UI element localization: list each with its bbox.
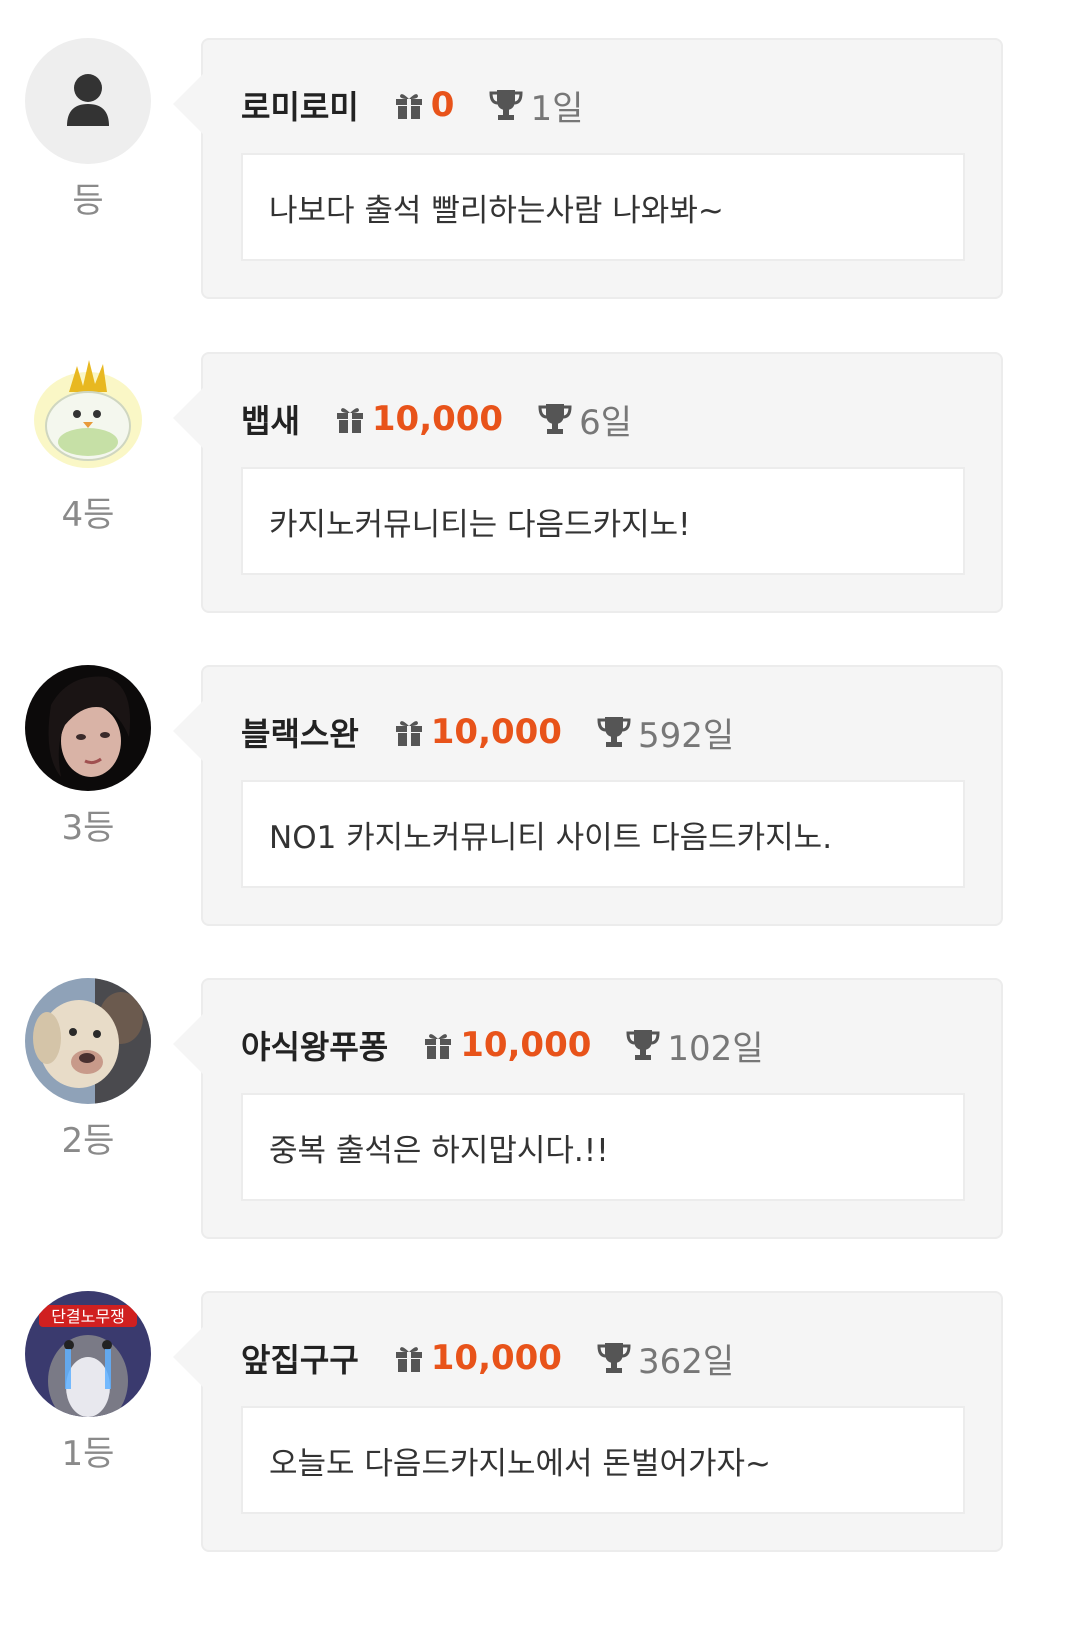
nickname[interactable]: 뱁새 [241, 396, 300, 442]
nickname[interactable]: 야식왕푸퐁 [241, 1022, 388, 1068]
bubble-arrow [173, 388, 203, 448]
trophy-icon [538, 404, 572, 434]
attendance-entry: 4등 뱁새 10,000 6일 카지노커뮤니티는 다음드카지노! [0, 352, 1079, 617]
nickname[interactable]: 로미로미 [241, 82, 359, 128]
point-amount: 10,000 [430, 712, 562, 752]
entry-meta: 뱁새 10,000 6일 [241, 394, 632, 444]
attendance-days: 362일 [637, 1341, 735, 1382]
avatar[interactable] [25, 38, 151, 164]
comment-bubble: 블랙스완 10,000 592일 NO1 카지노커뮤니티 사이트 다음드카지노. [173, 665, 1003, 926]
point-amount: 10,000 [430, 1338, 562, 1378]
comment-bubble: 야식왕푸퐁 10,000 102일 중복 출석은 하지맙시다.!! [173, 978, 1003, 1239]
trophy-icon [489, 90, 523, 120]
default-person-icon [25, 38, 151, 164]
gift-icon [336, 408, 363, 433]
comment-text: NO1 카지노커뮤니티 사이트 다음드카지노. [241, 780, 965, 888]
crying-penguin-avatar: 단결노무쟁 [25, 1291, 151, 1417]
rank-label: 등 [72, 181, 104, 221]
rank-label: 2등 [61, 1121, 115, 1161]
comment-bubble: 뱁새 10,000 6일 카지노커뮤니티는 다음드카지노! [173, 352, 1003, 613]
woman-photo-avatar [25, 665, 151, 791]
avatar[interactable]: 단결노무쟁 [25, 1291, 151, 1417]
gift-icon [425, 1034, 452, 1059]
trophy-icon [597, 1343, 631, 1373]
avatar[interactable] [25, 978, 151, 1104]
attendance-days: 6일 [579, 402, 633, 443]
point-amount: 10,000 [371, 399, 504, 439]
comment-text: 오늘도 다음드카지노에서 돈벌어가자~ [241, 1406, 965, 1514]
bubble-arrow [173, 701, 203, 761]
attendance-entry: 단결노무쟁 1등 앞집구구 10,000 362일 오늘도 다음드카지노에서 돈… [0, 1291, 1079, 1556]
rank-label: 1등 [61, 1434, 115, 1474]
trophy-icon [626, 1030, 660, 1060]
trophy-icon [597, 717, 631, 747]
avatar-headband-text: 단결노무쟁 [51, 1307, 125, 1326]
comment-text: 카지노커뮤니티는 다음드카지노! [241, 467, 965, 575]
bubble-arrow [173, 74, 203, 134]
point-amount: 10,000 [460, 1025, 592, 1065]
bubble-arrow [173, 1327, 203, 1387]
attendance-entry: 등 로미로미 0 1일 나보다 출석 빨리하는사람 나와봐~ [0, 38, 1079, 303]
dog-photo-avatar [25, 978, 151, 1104]
gift-icon [395, 94, 422, 119]
nickname[interactable]: 앞집구구 [241, 1335, 359, 1381]
attendance-entry: 2등 야식왕푸퐁 10,000 102일 중복 출석은 하지맙시다.!! [0, 978, 1079, 1243]
entry-meta: 블랙스완 10,000 592일 [241, 707, 734, 757]
gift-icon [395, 1347, 422, 1372]
attendance-entry: 3등 블랙스완 10,000 592일 NO1 카지노커뮤니티 사이트 다음드카… [0, 665, 1079, 930]
point-amount: 0 [430, 85, 455, 125]
comment-text: 나보다 출석 빨리하는사람 나와봐~ [241, 153, 965, 261]
entry-meta: 야식왕푸퐁 10,000 102일 [241, 1020, 764, 1070]
gift-icon [395, 721, 422, 746]
entry-meta: 앞집구구 10,000 362일 [241, 1333, 734, 1383]
attendance-days: 592일 [637, 715, 735, 756]
white-bird-character-avatar [25, 352, 151, 478]
attendance-days: 1일 [530, 88, 584, 129]
comment-text: 중복 출석은 하지맙시다.!! [241, 1093, 965, 1201]
nickname[interactable]: 블랙스완 [241, 709, 359, 755]
avatar[interactable] [25, 665, 151, 791]
comment-bubble: 로미로미 0 1일 나보다 출석 빨리하는사람 나와봐~ [173, 38, 1003, 299]
rank-label: 3등 [61, 808, 115, 848]
rank-label: 4등 [61, 495, 115, 535]
attendance-days: 102일 [667, 1028, 764, 1069]
avatar[interactable] [25, 352, 151, 478]
bubble-arrow [173, 1014, 203, 1074]
comment-bubble: 앞집구구 10,000 362일 오늘도 다음드카지노에서 돈벌어가자~ [173, 1291, 1003, 1552]
entry-meta: 로미로미 0 1일 [241, 80, 583, 130]
